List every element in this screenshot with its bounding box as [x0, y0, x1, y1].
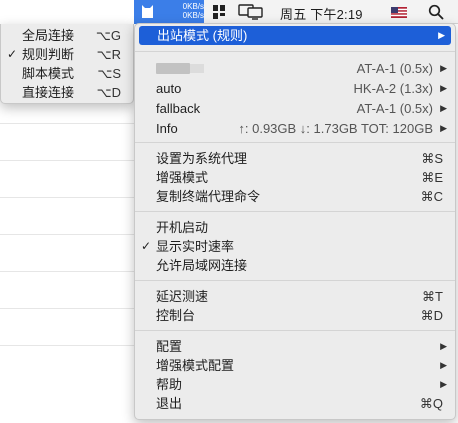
- menu-item-label: 脚本模式: [22, 66, 75, 81]
- clashx-status-item[interactable]: 0KB/s 0KB/s: [134, 0, 204, 24]
- shortcut-label: ⌘Q: [419, 396, 443, 411]
- menu-item-dashboard[interactable]: 控制台 ⌘D: [135, 306, 455, 325]
- menu-item-help[interactable]: 帮助 ▶: [135, 375, 455, 394]
- shortcut-label: ⌥G: [95, 28, 121, 43]
- submenu-arrow-icon: ▶: [440, 379, 447, 389]
- menu-item-allow-lan[interactable]: 允许局域网连接: [135, 256, 455, 275]
- menu-item-proxy-group-fallback[interactable]: fallback AT-A-1 (0.5x) ▶: [135, 99, 455, 118]
- selected-proxy: AT-A-1 (0.5x): [356, 101, 433, 116]
- shortcut-label: ⌥R: [96, 47, 121, 62]
- outbound-mode-submenu: 全局连接 ⌥G ✓ 规则判断 ⌥R 脚本模式 ⌥S 直接连接 ⌥D: [0, 24, 134, 104]
- submenu-arrow-icon: ▶: [438, 30, 445, 40]
- menu-item-launch-at-login[interactable]: 开机启动: [135, 218, 455, 237]
- download-speed: 0KB/s: [182, 11, 204, 20]
- submenu-arrow-icon: ▶: [440, 341, 447, 351]
- menu-item-label: 允许局域网连接: [156, 258, 248, 273]
- menu-item-label: 全局连接: [22, 28, 75, 43]
- menu-item-label: 设置为系统代理: [156, 151, 248, 166]
- menu-item-label: 退出: [156, 396, 183, 411]
- shortcut-label: ⌥S: [97, 66, 121, 81]
- menu-item-latency-test[interactable]: 延迟测速 ⌘T: [135, 287, 455, 306]
- menu-bar: 0KB/s 0KB/s 周五 下午2:19: [134, 0, 458, 24]
- submenu-arrow-icon: ▶: [440, 123, 447, 133]
- shortcut-label: ⌥D: [96, 85, 121, 100]
- menu-item-label: 延迟测速: [156, 289, 209, 304]
- divider: [0, 160, 134, 161]
- submenu-item-direct[interactable]: 直接连接 ⌥D: [1, 83, 133, 102]
- redacted-label: [190, 64, 204, 73]
- check-mark-icon: ✓: [141, 239, 152, 253]
- clashx-cat-icon: [142, 5, 153, 18]
- divider: [0, 308, 134, 309]
- menu-item-info[interactable]: Info ↑: 0.93GB ↓: 1.73GB TOT: 120GB ▶: [135, 119, 455, 138]
- menu-item-enhanced-mode[interactable]: 增强模式 ⌘E: [135, 168, 455, 187]
- submenu-arrow-icon: ▶: [440, 103, 447, 113]
- menu-item-label: auto: [156, 81, 182, 96]
- menu-item-enhanced-config[interactable]: 增强模式配置 ▶: [135, 356, 455, 375]
- menu-item-label: 开机启动: [156, 220, 209, 235]
- menu-separator: [135, 51, 455, 52]
- menu-separator: [135, 330, 455, 331]
- selected-proxy: AT-A-1 (0.5x): [356, 61, 433, 76]
- submenu-arrow-icon: ▶: [440, 63, 447, 73]
- divider: [0, 234, 134, 235]
- selected-proxy: HK-A-2 (1.3x): [353, 81, 433, 96]
- menu-item-label: 配置: [156, 339, 183, 354]
- display-icon[interactable]: [238, 4, 264, 20]
- divider: [0, 345, 134, 346]
- redacted-label: [156, 63, 190, 74]
- clashx-main-menu: 出站模式 (规则) ▶ AT-A-1 (0.5x) ▶ auto HK-A-2 …: [134, 23, 456, 420]
- upload-speed: 0KB/s: [182, 2, 204, 11]
- divider: [0, 123, 134, 124]
- menu-item-label: 控制台: [156, 308, 196, 323]
- menu-item-label: 显示实时速率: [156, 239, 235, 254]
- menu-item-outbound-mode[interactable]: 出站模式 (规则) ▶: [139, 26, 451, 45]
- submenu-item-rule[interactable]: ✓ 规则判断 ⌥R: [1, 45, 133, 64]
- menu-item-label: 出站模式 (规则): [157, 28, 248, 43]
- divider: [0, 271, 134, 272]
- menu-separator: [135, 280, 455, 281]
- divider: [0, 197, 134, 198]
- shortcut-label: ⌘D: [420, 308, 443, 323]
- shortcut-label: ⌘T: [422, 289, 443, 304]
- grid-icon[interactable]: [212, 4, 226, 20]
- menu-item-config[interactable]: 配置 ▶: [135, 337, 455, 356]
- search-icon[interactable]: [428, 4, 444, 20]
- menu-item-copy-terminal-proxy[interactable]: 复制终端代理命令 ⌘C: [135, 187, 455, 206]
- menu-item-proxy-group-auto[interactable]: auto HK-A-2 (1.3x) ▶: [135, 79, 455, 98]
- check-mark-icon: ✓: [7, 47, 18, 61]
- shortcut-label: ⌘S: [421, 151, 443, 166]
- menu-item-quit[interactable]: 退出 ⌘Q: [135, 394, 455, 413]
- traffic-stats: ↑: 0.93GB ↓: 1.73GB TOT: 120GB: [238, 121, 433, 136]
- menu-item-label: 帮助: [156, 377, 183, 392]
- flag-icon[interactable]: [391, 7, 407, 18]
- menu-item-label: 复制终端代理命令: [156, 189, 261, 204]
- submenu-arrow-icon: ▶: [440, 83, 447, 93]
- submenu-item-script[interactable]: 脚本模式 ⌥S: [1, 64, 133, 83]
- menu-item-show-speed[interactable]: ✓ 显示实时速率: [135, 237, 455, 256]
- menu-item-label: 直接连接: [22, 85, 75, 100]
- menubar-clock[interactable]: 周五 下午2:19: [280, 4, 363, 23]
- menu-item-label: 增强模式配置: [156, 358, 235, 373]
- menu-item-proxy-group-redacted[interactable]: AT-A-1 (0.5x) ▶: [135, 59, 455, 78]
- menu-separator: [135, 211, 455, 212]
- menu-item-label: 增强模式: [156, 170, 209, 185]
- menu-item-label: 规则判断: [22, 47, 75, 62]
- menu-item-label: Info: [156, 121, 178, 136]
- submenu-arrow-icon: ▶: [440, 360, 447, 370]
- submenu-item-global[interactable]: 全局连接 ⌥G: [1, 26, 133, 45]
- menu-item-label: fallback: [156, 101, 201, 116]
- menu-separator: [135, 142, 455, 143]
- shortcut-label: ⌘C: [420, 189, 443, 204]
- menu-item-set-system-proxy[interactable]: 设置为系统代理 ⌘S: [135, 149, 455, 168]
- shortcut-label: ⌘E: [421, 170, 443, 185]
- speed-readout: 0KB/s 0KB/s: [174, 2, 204, 20]
